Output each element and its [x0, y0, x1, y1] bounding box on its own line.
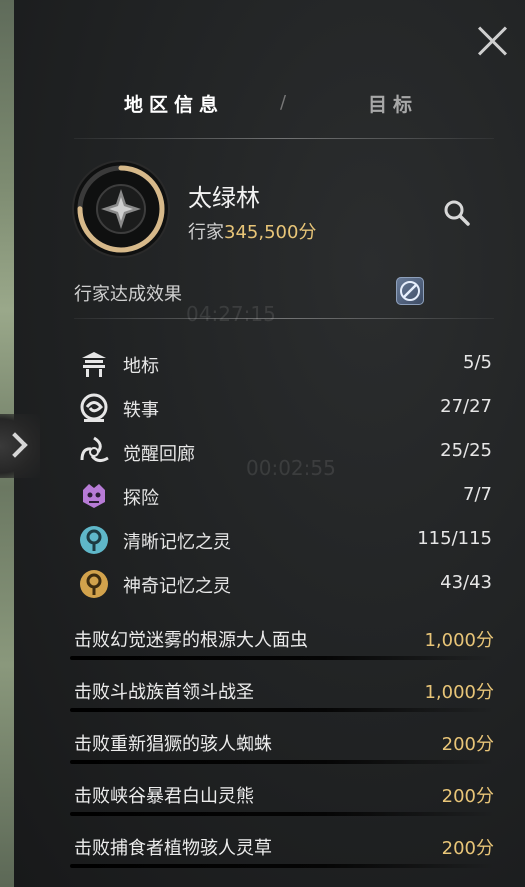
category-row-clear-memory-spirit: 清晰记忆之灵 115/115 — [78, 522, 492, 558]
category-label: 神奇记忆之灵 — [123, 576, 231, 597]
region-name: 太绿林 — [188, 184, 260, 212]
task-reward: 200分 — [441, 838, 494, 859]
category-row-mysterious-memory-spirit: 神奇记忆之灵 43/43 — [78, 566, 492, 602]
category-row-awakening-corridor: 觉醒回廊 25/25 — [78, 434, 492, 470]
task-progress-bar — [70, 760, 494, 764]
task-reward: 200分 — [441, 786, 494, 807]
progress-ring — [77, 165, 165, 253]
task-label: 击败重新猖獗的骇人蜘蛛 — [74, 734, 272, 755]
category-label: 觉醒回廊 — [123, 444, 195, 465]
tab-bar: 地区信息 / 目标 — [74, 90, 494, 126]
task-row[interactable]: 击败幻觉迷雾的根源大人面虫 1,000分 — [70, 616, 494, 660]
score-value: 345,500分 — [224, 222, 317, 243]
task-row[interactable]: 击败重新猖獗的骇人蜘蛛 200分 — [70, 720, 494, 764]
category-count: 25/25 — [440, 440, 492, 461]
category-label: 清晰记忆之灵 — [123, 532, 231, 553]
search-icon — [444, 200, 470, 226]
category-label: 轶事 — [123, 400, 159, 421]
task-progress-bar — [70, 656, 494, 660]
task-reward: 1,000分 — [424, 630, 494, 651]
search-button[interactable] — [442, 198, 472, 228]
close-button[interactable] — [476, 24, 510, 58]
task-progress-bar — [70, 864, 494, 868]
category-row-landmark: 地标 5/5 — [78, 346, 492, 382]
awakening-corridor-icon — [80, 436, 109, 463]
mastery-effect-label: 行家达成效果 — [74, 284, 182, 305]
clear-memory-spirit-icon — [80, 526, 108, 554]
category-row-adventure: 探险 7/7 — [78, 478, 492, 514]
background-timer: 04:27:15 — [186, 302, 276, 326]
task-label: 击败峡谷暴君白山灵熊 — [74, 786, 254, 807]
task-label: 击败斗战族首领斗战圣 — [74, 682, 254, 703]
adventure-icon — [83, 484, 105, 508]
category-count: 115/115 — [417, 528, 492, 549]
mysterious-memory-spirit-icon — [80, 570, 108, 598]
compass-star-icon — [96, 184, 146, 234]
mastery-effect-button[interactable] — [396, 277, 424, 305]
category-count: 43/43 — [440, 572, 492, 593]
tab-separator: / — [280, 92, 287, 113]
category-row-anecdote: 轶事 27/27 — [78, 390, 492, 426]
tab-region-info[interactable]: 地区信息 — [124, 90, 224, 117]
region-score: 行家345,500分 — [188, 218, 316, 244]
collapse-panel-handle[interactable] — [0, 414, 40, 478]
task-row[interactable]: 击败峡谷暴君白山灵熊 200分 — [70, 772, 494, 816]
task-row[interactable]: 击败捕食者植物骇人灵草 200分 — [70, 824, 494, 868]
task-row[interactable]: 击败斗战族首领斗战圣 1,000分 — [70, 668, 494, 712]
feather-icon — [400, 281, 420, 301]
landmark-icon — [82, 352, 106, 377]
category-count: 5/5 — [463, 352, 492, 373]
category-count: 7/7 — [463, 484, 492, 505]
region-emblem — [74, 162, 168, 256]
anecdote-icon — [80, 393, 108, 422]
task-label: 击败幻觉迷雾的根源大人面虫 — [74, 630, 308, 651]
task-progress-bar — [70, 812, 494, 816]
task-reward: 200分 — [441, 734, 494, 755]
divider — [74, 318, 494, 319]
tab-goals[interactable]: 目标 — [368, 90, 418, 117]
category-count: 27/27 — [440, 396, 492, 417]
task-label: 击败捕食者植物骇人灵草 — [74, 838, 272, 859]
score-rank-label: 行家 — [188, 222, 224, 243]
category-label: 地标 — [123, 356, 159, 377]
category-label: 探险 — [123, 488, 159, 509]
divider — [74, 138, 494, 139]
task-reward: 1,000分 — [424, 682, 494, 703]
task-progress-bar — [70, 708, 494, 712]
